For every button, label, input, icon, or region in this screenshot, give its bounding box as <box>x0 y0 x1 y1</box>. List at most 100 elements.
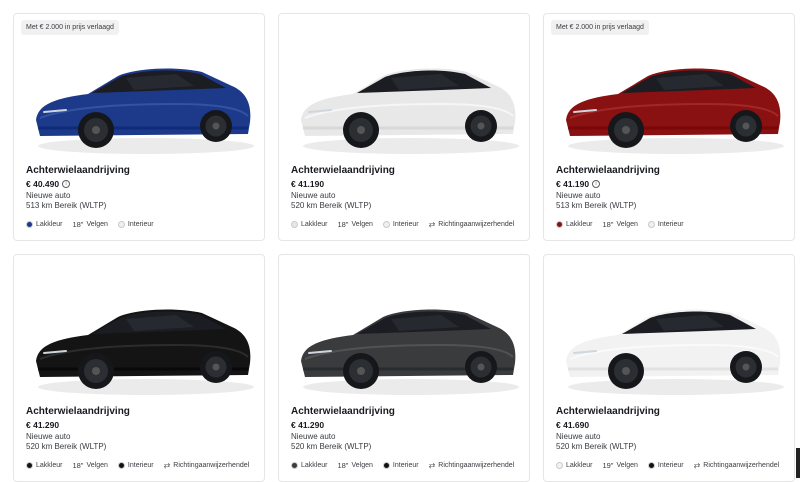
paint-label: Lakkleur <box>301 462 328 469</box>
info-icon[interactable]: i <box>592 180 601 188</box>
interior-feature: Interieur <box>117 221 154 228</box>
card-title: Achterwielaandrijving <box>556 406 660 417</box>
paint-swatch-icon <box>26 462 33 469</box>
swap-arrows-icon: ⇄ <box>163 461 171 470</box>
paint-label: Lakkleur <box>566 221 593 228</box>
paint-feature: Lakkleur <box>26 462 62 469</box>
card-title: Achterwielaandrijving <box>291 165 395 176</box>
paint-swatch-icon <box>291 462 298 469</box>
interior-label: Interieur <box>657 462 684 469</box>
range: 520 km Bereik (WLTP) <box>291 442 372 451</box>
vehicle-card[interactable]: Achterwielaandrijving € 41.290 Nieuwe au… <box>13 254 265 482</box>
condition: Nieuwe auto <box>556 432 601 441</box>
paint-swatch-icon <box>291 221 298 228</box>
paint-label: Lakkleur <box>301 221 328 228</box>
price: € 41.690 <box>556 420 589 430</box>
wheels-feature: 18" Velgen <box>602 220 637 229</box>
feature-list: Lakkleur 18" Velgen Interieur ⇄ Richtingaa… <box>26 461 249 470</box>
price-value: € 40.490 <box>26 179 60 189</box>
swap-arrows-icon: ⇄ <box>693 461 701 470</box>
paint-feature: Lakkleur <box>291 462 327 469</box>
car-image <box>301 309 519 395</box>
range: 513 km Bereik (WLTP) <box>556 201 637 210</box>
vehicle-card[interactable]: Met € 2.000 in prijs verlaagd Achterwiel… <box>543 13 795 241</box>
price: € 41.290 <box>291 420 324 430</box>
interior-swatch-icon <box>382 462 390 469</box>
price-value: € 41.190 <box>556 179 590 189</box>
stalk-feature: ⇄ Richtingaanwijzerhendel <box>429 461 515 470</box>
interior-label: Interieur <box>127 221 154 228</box>
interior-feature: Interieur <box>382 462 419 469</box>
condition: Nieuwe auto <box>291 191 336 200</box>
price-reduced-badge: Met € 2.000 in prijs verlaagd <box>551 20 649 35</box>
wheel-size: 18" <box>602 220 614 229</box>
interior-swatch-icon <box>117 462 125 469</box>
interior-swatch-icon <box>117 221 125 228</box>
paint-label: Lakkleur <box>566 462 593 469</box>
interior-swatch-icon <box>647 462 655 469</box>
wheels-feature: 18" Velgen <box>337 220 372 229</box>
price-value: € 41.690 <box>556 420 590 430</box>
paint-swatch-icon <box>556 221 563 228</box>
wheels-feature: 18" Velgen <box>72 220 107 229</box>
condition: Nieuwe auto <box>556 191 601 200</box>
wheels-label: Velgen <box>616 221 638 228</box>
price: € 40.490 i <box>26 179 71 189</box>
scrollbar[interactable] <box>796 448 800 478</box>
card-title: Achterwielaandrijving <box>26 165 130 176</box>
wheels-label: Velgen <box>351 462 373 469</box>
price: € 41.290 <box>26 420 59 430</box>
stalk-label: Richtingaanwijzerhendel <box>173 462 250 469</box>
wheels-label: Velgen <box>86 221 108 228</box>
condition: Nieuwe auto <box>291 432 336 441</box>
card-title: Achterwielaandrijving <box>556 165 660 176</box>
paint-feature: Lakkleur <box>556 221 592 228</box>
interior-label: Interieur <box>392 221 419 228</box>
paint-swatch-icon <box>556 462 563 469</box>
interior-swatch-icon <box>647 221 655 228</box>
interior-feature: Interieur <box>647 221 684 228</box>
card-title: Achterwielaandrijving <box>291 406 395 417</box>
wheel-size: 18" <box>337 220 349 229</box>
interior-label: Interieur <box>127 462 154 469</box>
stalk-feature: ⇄ Richtingaanwijzerhendel <box>694 461 780 470</box>
car-image <box>566 68 784 154</box>
paint-label: Lakkleur <box>36 462 63 469</box>
stalk-label: Richtingaanwijzerhendel <box>438 462 515 469</box>
vehicle-card[interactable]: Met € 2.000 in prijs verlaagd Achterwiel… <box>13 13 265 241</box>
car-image <box>301 68 519 154</box>
vehicle-card[interactable]: Achterwielaandrijving € 41.690 Nieuwe au… <box>543 254 795 482</box>
car-image <box>36 309 254 395</box>
vehicle-card[interactable]: Achterwielaandrijving € 41.190 Nieuwe au… <box>278 13 530 241</box>
swap-arrows-icon: ⇄ <box>428 220 436 229</box>
feature-list: Lakkleur 18" Velgen Interieur ⇄ Richtingaa… <box>291 220 514 229</box>
feature-list: Lakkleur 19" Velgen Interieur ⇄ Richtingaa… <box>556 461 779 470</box>
interior-feature: Interieur <box>647 462 684 469</box>
range: 513 km Bereik (WLTP) <box>26 201 107 210</box>
stalk-label: Richtingaanwijzerhendel <box>703 462 780 469</box>
range: 520 km Bereik (WLTP) <box>556 442 637 451</box>
price: € 41.190 <box>291 179 324 189</box>
wheels-feature: 18" Velgen <box>72 461 107 470</box>
condition: Nieuwe auto <box>26 432 71 441</box>
interior-feature: Interieur <box>382 221 419 228</box>
price-reduced-badge: Met € 2.000 in prijs verlaagd <box>21 20 119 35</box>
feature-list: Lakkleur 18" Velgen Interieur <box>556 220 684 229</box>
range: 520 km Bereik (WLTP) <box>291 201 372 210</box>
paint-feature: Lakkleur <box>556 462 592 469</box>
paint-feature: Lakkleur <box>26 221 62 228</box>
feature-list: Lakkleur 18" Velgen Interieur ⇄ Richtingaa… <box>291 461 514 470</box>
info-icon[interactable]: i <box>62 180 71 188</box>
wheel-size: 18" <box>72 461 84 470</box>
price-value: € 41.290 <box>291 420 325 430</box>
range: 520 km Bereik (WLTP) <box>26 442 107 451</box>
vehicle-card[interactable]: Achterwielaandrijving € 41.290 Nieuwe au… <box>278 254 530 482</box>
interior-swatch-icon <box>382 221 390 228</box>
interior-label: Interieur <box>657 221 684 228</box>
price-value: € 41.190 <box>291 179 325 189</box>
price: € 41.190 i <box>556 179 601 189</box>
paint-feature: Lakkleur <box>291 221 327 228</box>
swap-arrows-icon: ⇄ <box>428 461 436 470</box>
paint-swatch-icon <box>26 221 33 228</box>
interior-label: Interieur <box>392 462 419 469</box>
